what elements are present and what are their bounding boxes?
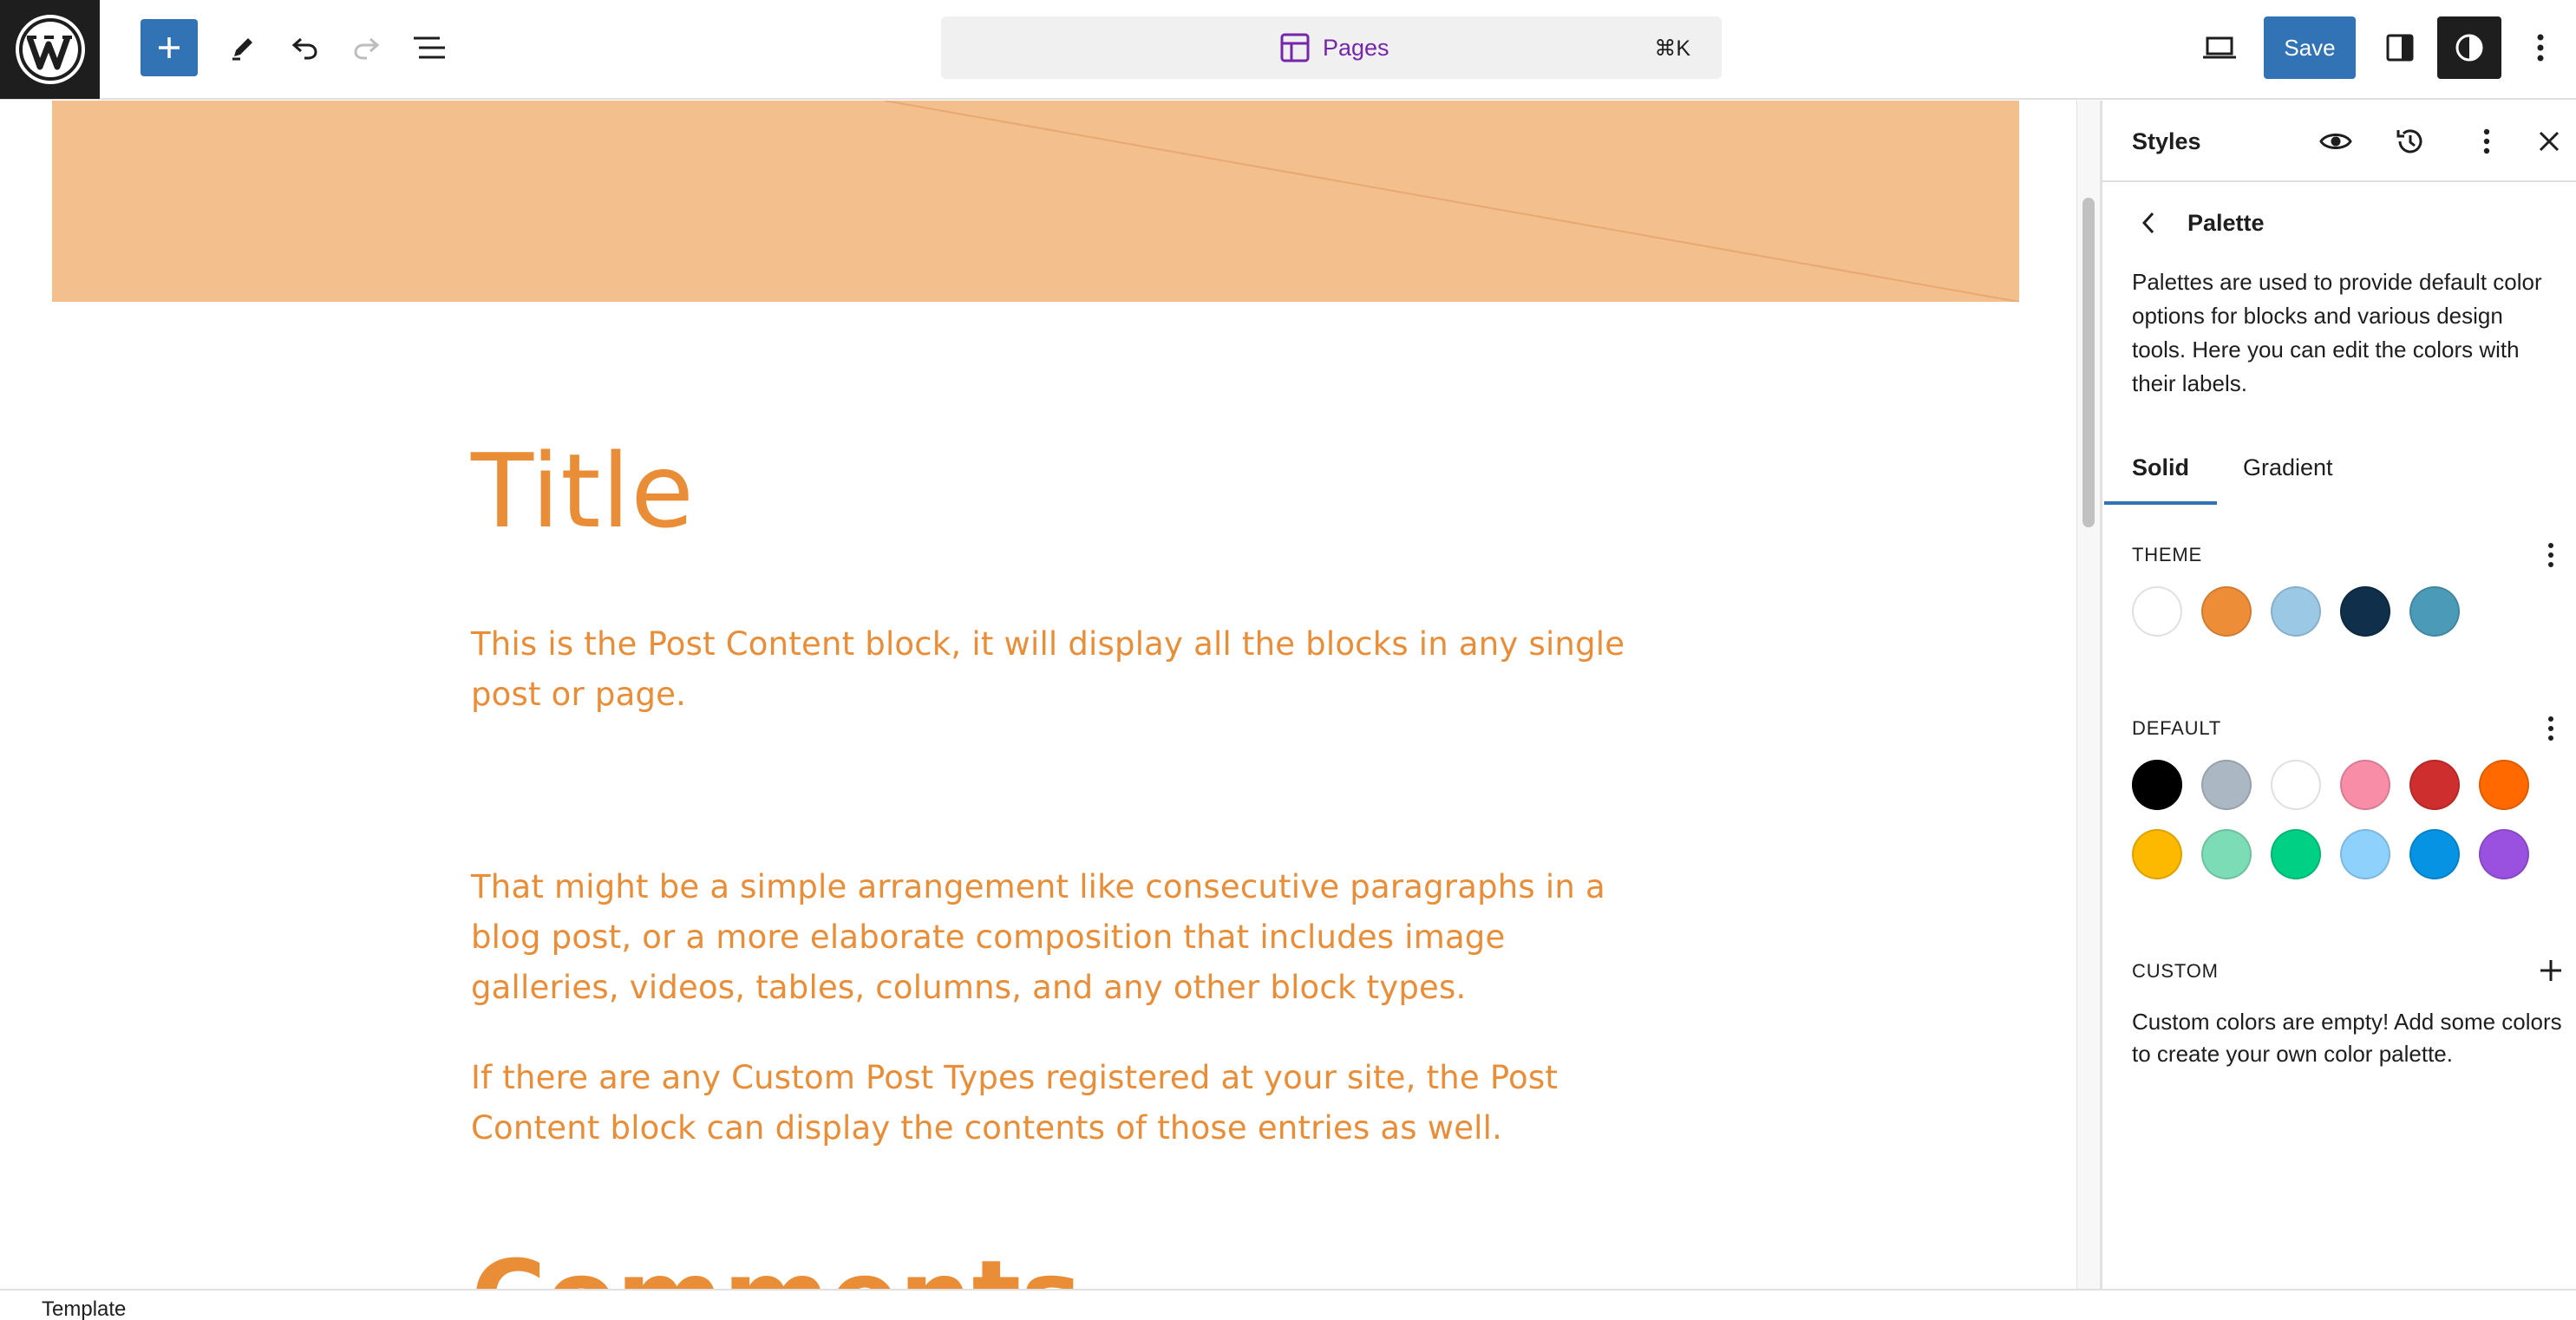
post-content-paragraph[interactable]: If there are any Custom Post Types regis…: [471, 1053, 1633, 1153]
default-section-label: DEFAULT: [2132, 717, 2221, 739]
palette-title: Palette: [2187, 210, 2265, 236]
block-inserter-button[interactable]: [141, 19, 198, 76]
style-book-button[interactable]: [2314, 120, 2357, 163]
revisions-button[interactable]: [2389, 120, 2432, 163]
pages-icon: [1280, 33, 1310, 62]
color-swatch[interactable]: [2409, 760, 2460, 810]
redo-button[interactable]: [338, 19, 396, 76]
laptop-icon: [2203, 36, 2236, 59]
options-button[interactable]: [2512, 19, 2569, 76]
sidebar-icon: [2386, 34, 2414, 62]
color-swatch[interactable]: [2132, 586, 2182, 637]
scrollbar-thumb[interactable]: [2082, 198, 2095, 527]
tab-solid[interactable]: Solid: [2104, 430, 2217, 505]
plus-icon: [159, 37, 180, 58]
wordpress-logo-icon[interactable]: [0, 0, 100, 99]
more-vertical-icon: [2537, 34, 2544, 62]
theme-options-button[interactable]: [2538, 538, 2564, 572]
chevron-left-icon: [2141, 212, 2154, 234]
header-decoration: [884, 101, 2019, 302]
redo-icon: [354, 37, 380, 60]
settings-sidebar-button[interactable]: [2371, 19, 2429, 76]
color-swatch[interactable]: [2409, 586, 2460, 637]
styles-sidebar: Styles Palette Palettes are used to prov…: [2101, 101, 2576, 1289]
color-swatch[interactable]: [2479, 760, 2529, 810]
close-sidebar-button[interactable]: [2527, 120, 2571, 163]
color-swatch[interactable]: [2340, 829, 2390, 879]
back-button[interactable]: [2134, 208, 2163, 238]
color-swatch[interactable]: [2201, 829, 2252, 879]
color-swatch[interactable]: [2271, 760, 2321, 810]
history-icon: [2396, 129, 2422, 154]
command-label: Pages: [1323, 35, 1389, 61]
tools-button[interactable]: [214, 19, 271, 76]
editor-canvas[interactable]: Title This is the Post Content block, it…: [0, 101, 2076, 1289]
custom-section-label: CUSTOM: [2132, 960, 2219, 982]
more-vertical-icon: [2483, 128, 2490, 154]
sidebar-header: Styles: [2102, 101, 2576, 182]
color-swatch[interactable]: [2479, 829, 2529, 879]
block-breadcrumb-bar: Template: [0, 1289, 2576, 1320]
comments-heading[interactable]: Comments: [471, 1237, 1082, 1289]
pencil-icon: [232, 38, 252, 61]
default-options-button[interactable]: [2538, 711, 2564, 746]
styles-button[interactable]: [2437, 16, 2501, 79]
tab-gradient[interactable]: Gradient: [2215, 430, 2361, 505]
more-vertical-icon: [2548, 716, 2553, 741]
color-swatch[interactable]: [2271, 829, 2321, 879]
command-shortcut: ⌘K: [1654, 36, 1690, 61]
color-swatch[interactable]: [2201, 586, 2252, 637]
sidebar-title: Styles: [2132, 128, 2201, 154]
list-view-icon: [414, 36, 445, 59]
command-palette-button[interactable]: Pages ⌘K: [941, 16, 1722, 79]
palette-description: Palettes are used to provide default col…: [2132, 269, 2542, 396]
color-swatch[interactable]: [2340, 586, 2390, 637]
device-preview-button[interactable]: [2191, 19, 2248, 76]
color-swatch[interactable]: [2340, 760, 2390, 810]
editor-toolbar: Pages ⌘K Save: [0, 0, 2576, 100]
color-swatch[interactable]: [2132, 760, 2182, 810]
more-vertical-icon: [2548, 543, 2553, 567]
document-overview-button[interactable]: [401, 19, 458, 76]
styles-more-button[interactable]: [2465, 120, 2508, 163]
header-cover-block[interactable]: [52, 101, 2019, 302]
eye-icon: [2319, 134, 2352, 149]
color-swatch[interactable]: [2201, 760, 2252, 810]
undo-icon: [291, 37, 317, 60]
custom-colors-empty-message: Custom colors are empty! Add some colors…: [2132, 1009, 2562, 1067]
styles-contrast-icon: [2455, 34, 2483, 62]
undo-button[interactable]: [276, 19, 333, 76]
save-button[interactable]: Save: [2264, 16, 2356, 79]
plus-icon: [2540, 960, 2561, 981]
post-content-paragraph[interactable]: That might be a simple arrangement like …: [471, 862, 1633, 1013]
palette-tabs: Solid Gradient: [2102, 430, 2576, 505]
close-icon: [2539, 131, 2560, 152]
breadcrumb-item-template[interactable]: Template: [42, 1297, 126, 1320]
color-swatch[interactable]: [2409, 829, 2460, 879]
post-title[interactable]: Title: [471, 430, 695, 552]
post-content-paragraph[interactable]: This is the Post Content block, it will …: [471, 619, 1633, 720]
canvas-scrollbar[interactable]: [2076, 101, 2101, 1289]
add-custom-color-button[interactable]: [2534, 954, 2567, 987]
color-swatch[interactable]: [2271, 586, 2321, 637]
color-swatch[interactable]: [2132, 829, 2182, 879]
theme-section-label: THEME: [2132, 544, 2202, 565]
